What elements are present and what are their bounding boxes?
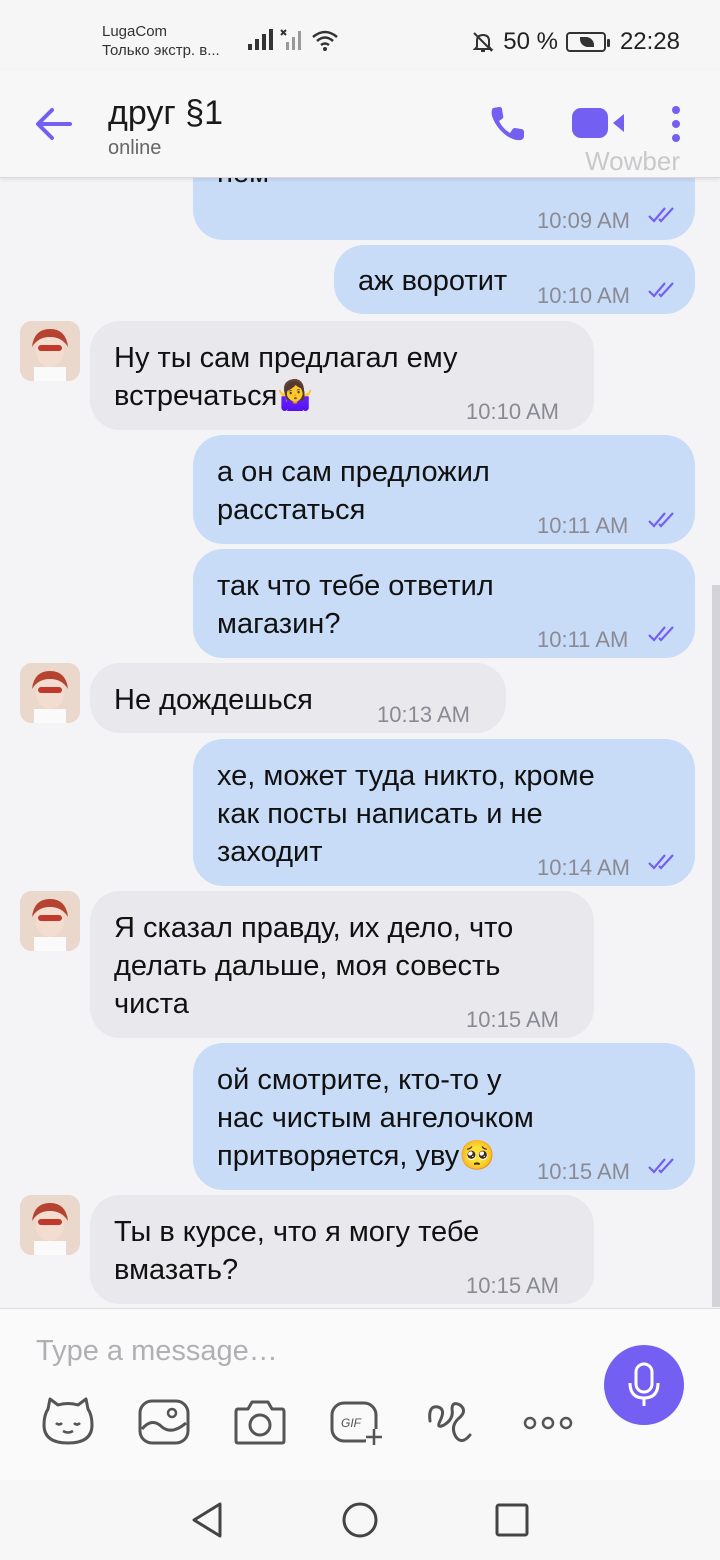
back-arrow-icon[interactable]	[30, 102, 80, 146]
video-call-icon[interactable]	[570, 106, 628, 140]
message-time: 10:11 AM	[537, 627, 629, 652]
mute-icon	[472, 32, 494, 52]
battery-icon	[565, 32, 610, 52]
message-time: 10:09 AM	[537, 208, 630, 233]
message-bubble-incoming[interactable]: Ну ты сам предлагал ему встречаться🤷‍♀️ …	[90, 321, 594, 430]
message-text: а он сам предложил расстаться	[217, 456, 490, 526]
contact-avatar[interactable]	[20, 663, 80, 723]
chat-header: друг §1 online Wowber	[0, 70, 720, 178]
gif-label: GIF	[341, 1416, 362, 1430]
signal-icon	[248, 29, 273, 50]
message-time: 10:14 AM	[537, 855, 630, 880]
status-bar: LugaCom Только экстр. в... 50 % 22:28	[0, 0, 720, 70]
clock: 22:28	[619, 28, 680, 55]
read-ticks-icon	[648, 854, 674, 870]
message-bubble-outgoing[interactable]: так что тебе ответил магазин? 10:11 AM	[193, 549, 695, 658]
network-note: Только экстр. в...	[102, 42, 220, 59]
message-bubble-outgoing[interactable]: а он сам предложил расстаться 10:11 AM	[193, 435, 695, 544]
message-time: 10:15 AM	[466, 1273, 559, 1298]
doodle-icon[interactable]	[424, 1395, 480, 1449]
scrollbar[interactable]	[712, 585, 720, 1307]
signal-no-service-icon	[280, 29, 301, 50]
message-text: хватит говорить о нем	[217, 178, 455, 192]
nav-home-icon[interactable]	[338, 1498, 382, 1542]
message-text: аж воротит	[358, 265, 508, 297]
camera-icon[interactable]	[232, 1395, 288, 1449]
message-time: 10:13 AM	[377, 702, 470, 727]
phone-icon[interactable]	[487, 102, 529, 144]
message-text: Не дождешься	[114, 684, 313, 716]
message-text: Ну ты сам предлагал ему встречаться🤷‍♀️	[114, 342, 458, 412]
online-status: online	[108, 137, 162, 159]
message-time: 10:10 AM	[466, 399, 559, 424]
contact-avatar[interactable]	[20, 321, 80, 381]
read-ticks-icon	[648, 207, 674, 223]
carrier-name: LugaCom	[102, 23, 168, 40]
message-time: 10:15 AM	[466, 1007, 559, 1032]
message-bubble-outgoing[interactable]: хе, может туда никто, кроме как посты на…	[193, 739, 695, 886]
message-bubble-outgoing[interactable]: ой смотрите, кто-то у нас чистым ангелоч…	[193, 1043, 695, 1190]
message-time: 10:10 AM	[537, 283, 630, 308]
contact-avatar[interactable]	[20, 891, 80, 951]
more-vert-icon[interactable]	[664, 104, 688, 144]
message-bubble-incoming[interactable]: Я сказал правду, их дело, что делать дал…	[90, 891, 594, 1038]
mic-icon	[628, 1362, 660, 1406]
carrier-info: LugaCom Только экстр. в...	[102, 22, 220, 60]
read-ticks-icon	[648, 282, 674, 298]
read-ticks-icon	[648, 512, 674, 528]
message-text: ой смотрите, кто-то у нас чистым ангелоч…	[217, 1064, 534, 1172]
message-bubble-incoming[interactable]: Не дождешься 10:13 AM	[90, 663, 506, 733]
more-horiz-icon[interactable]	[520, 1395, 576, 1449]
system-nav-bar	[0, 1480, 720, 1560]
message-text: Я сказал правду, их дело, что делать дал…	[114, 912, 514, 1020]
nav-recents-icon[interactable]	[490, 1498, 534, 1542]
message-bubble-outgoing[interactable]: аж воротит 10:10 AM	[334, 245, 695, 314]
contact-avatar[interactable]	[20, 1195, 80, 1255]
mic-button[interactable]	[604, 1345, 684, 1425]
message-bubble-incoming[interactable]: Ты в курсе, что я могу тебе вмазать? 10:…	[90, 1195, 594, 1304]
read-ticks-icon	[648, 626, 674, 642]
message-list[interactable]: хватит говорить о нем 10:09 AM аж вороти…	[0, 178, 720, 1308]
message-text: Ты в курсе, что я могу тебе вмазать?	[114, 1216, 480, 1286]
battery-percent: 50 %	[503, 28, 558, 55]
sticker-icon[interactable]	[40, 1395, 96, 1449]
wifi-icon	[312, 30, 338, 51]
message-input[interactable]	[36, 1331, 576, 1371]
composer: GIF	[0, 1308, 720, 1480]
message-time: 10:11 AM	[537, 513, 629, 538]
gif-icon[interactable]: GIF	[328, 1395, 384, 1449]
message-text: так что тебе ответил магазин?	[217, 570, 494, 640]
watermark: Wowber	[585, 146, 680, 176]
message-bubble-outgoing[interactable]: хватит говорить о нем 10:09 AM	[193, 178, 695, 240]
nav-back-icon[interactable]	[186, 1498, 230, 1542]
gallery-icon[interactable]	[136, 1395, 192, 1449]
chat-title[interactable]: друг §1	[108, 94, 223, 133]
message-time: 10:15 AM	[537, 1159, 630, 1184]
read-ticks-icon	[648, 1158, 674, 1174]
